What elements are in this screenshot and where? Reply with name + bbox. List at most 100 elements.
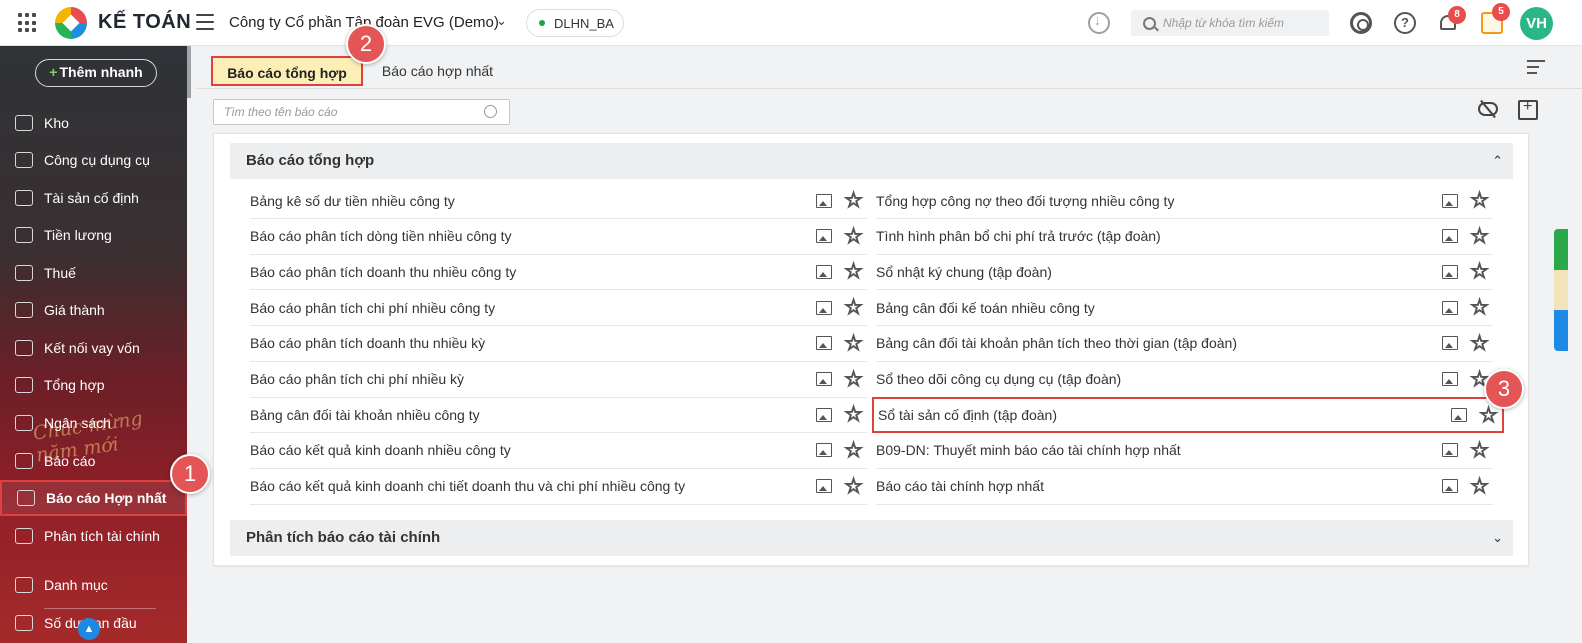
report-name[interactable]: Báo cáo tài chính hợp nhất <box>876 478 1442 494</box>
sidebar-item[interactable]: Tổng hợp <box>0 367 187 403</box>
favorite-star-icon[interactable]: ☆ <box>844 439 864 461</box>
report-row[interactable]: Sổ tài sản cố định (tập đoàn) ☆ <box>872 397 1504 434</box>
favorite-star-icon[interactable]: ☆ <box>1470 475 1490 497</box>
report-row[interactable]: Báo cáo kết quả kinh doanh nhiều công ty… <box>250 433 867 469</box>
preview-image-icon[interactable] <box>1442 372 1459 386</box>
hide-eye-icon[interactable] <box>1478 102 1498 116</box>
preview-image-icon[interactable] <box>816 300 833 315</box>
favorite-star-icon[interactable]: ☆ <box>1479 404 1499 426</box>
add-group-icon[interactable] <box>1518 98 1538 120</box>
report-name[interactable]: Báo cáo phân tích chi phí nhiều kỳ <box>250 371 816 387</box>
list-settings-icon[interactable] <box>1527 59 1547 75</box>
sidebar-item[interactable]: Phân tích tài chính <box>0 518 187 554</box>
report-row[interactable]: Báo cáo phân tích chi phí nhiều công ty ☆ <box>250 290 867 327</box>
report-row[interactable]: Báo cáo kết quả kinh doanh chi tiết doan… <box>250 469 867 505</box>
chevron-down-icon[interactable]: ⌄ <box>1492 520 1503 556</box>
sidebar-item[interactable]: Công cụ dụng cụ <box>0 142 187 178</box>
sidebar-item[interactable]: Thuế <box>0 255 187 291</box>
report-name[interactable]: Bảng kê số dư tiền nhiều công ty <box>250 193 816 209</box>
favorite-star-icon[interactable]: ☆ <box>844 189 864 211</box>
report-name[interactable]: Báo cáo kết quả kinh doanh nhiều công ty <box>250 442 816 458</box>
report-name[interactable]: B09-DN: Thuyết minh báo cáo tài chính hợ… <box>876 442 1442 458</box>
database-badge[interactable]: DLHN_BA <box>526 9 624 37</box>
sidebar-item[interactable]: Danh mục <box>0 567 187 603</box>
preview-image-icon[interactable] <box>1442 264 1459 279</box>
report-row[interactable]: Bảng cân đối kế toán nhiều công ty ☆ <box>876 290 1493 327</box>
tab-consolidated-reports[interactable]: Báo cáo hợp nhất <box>375 56 500 86</box>
sidebar-item[interactable]: Tiền lương <box>0 217 187 253</box>
report-row[interactable]: B09-DN: Thuyết minh báo cáo tài chính hợ… <box>876 433 1493 469</box>
favorite-star-icon[interactable]: ☆ <box>1470 261 1490 283</box>
preview-image-icon[interactable] <box>1442 300 1459 315</box>
scroll-up-icon[interactable]: ▲ <box>78 618 100 640</box>
report-row[interactable]: Tình hình phân bổ chi phí trả trước (tập… <box>876 219 1493 255</box>
hamburger-menu-icon[interactable] <box>196 14 214 30</box>
report-row[interactable]: Báo cáo phân tích doanh thu nhiều kỳ ☆ <box>250 326 867 362</box>
report-row[interactable]: Bảng cân đối tài khoản nhiều công ty ☆ <box>250 397 867 434</box>
preview-image-icon[interactable] <box>816 336 833 351</box>
favorite-star-icon[interactable]: ☆ <box>1470 189 1490 211</box>
preview-image-icon[interactable] <box>1442 193 1459 208</box>
favorite-star-icon[interactable]: ☆ <box>844 225 864 247</box>
report-row[interactable]: Bảng kê số dư tiền nhiều công ty ☆ <box>250 183 867 219</box>
report-name[interactable]: Báo cáo phân tích doanh thu nhiều công t… <box>250 264 816 280</box>
preview-image-icon[interactable] <box>1442 229 1459 244</box>
report-name[interactable]: Báo cáo phân tích doanh thu nhiều kỳ <box>250 335 816 351</box>
report-name[interactable]: Bảng cân đối kế toán nhiều công ty <box>876 300 1442 316</box>
sidebar-scrollbar[interactable] <box>187 46 191 98</box>
report-name[interactable]: Báo cáo phân tích dòng tiền nhiều công t… <box>250 228 816 244</box>
report-row[interactable]: Tổng hợp công nợ theo đối tượng nhiều cô… <box>876 183 1493 219</box>
sidebar-item[interactable]: Kho <box>0 105 187 141</box>
preview-image-icon[interactable] <box>816 407 833 422</box>
favorite-star-icon[interactable]: ☆ <box>844 404 864 426</box>
preview-image-icon[interactable] <box>1442 336 1459 351</box>
report-search-input[interactable]: Tìm theo tên báo cáo <box>213 99 510 125</box>
sidebar-item[interactable]: Báo cáo <box>0 443 187 479</box>
report-name[interactable]: Tổng hợp công nợ theo đối tượng nhiều cô… <box>876 193 1442 209</box>
help-icon[interactable]: ? <box>1394 12 1416 34</box>
favorite-star-icon[interactable]: ☆ <box>1470 225 1490 247</box>
preview-image-icon[interactable] <box>1442 479 1459 494</box>
report-name[interactable]: Báo cáo kết quả kinh doanh chi tiết doan… <box>250 478 816 494</box>
settings-gear-icon[interactable] <box>1350 12 1372 34</box>
preview-image-icon[interactable] <box>816 479 833 494</box>
favorite-star-icon[interactable]: ☆ <box>1470 296 1490 318</box>
favorite-star-icon[interactable]: ☆ <box>844 296 864 318</box>
report-name[interactable]: Sổ tài sản cố định (tập đoàn) <box>874 407 1451 423</box>
group-header-general[interactable]: Báo cáo tổng hợp ⌃ <box>230 143 1513 179</box>
favorite-star-icon[interactable]: ☆ <box>844 475 864 497</box>
chevron-up-icon[interactable]: ⌃ <box>1492 143 1503 179</box>
sidebar-item[interactable]: Báo cáo Hợp nhất <box>0 480 187 516</box>
global-search-input[interactable]: Nhập từ khóa tìm kiếm <box>1131 10 1329 36</box>
preview-image-icon[interactable] <box>816 264 833 279</box>
report-row[interactable]: Báo cáo phân tích chi phí nhiều kỳ ☆ <box>250 362 867 398</box>
report-name[interactable]: Báo cáo phân tích chi phí nhiều công ty <box>250 300 816 316</box>
apps-grid-icon[interactable] <box>18 13 38 33</box>
report-row[interactable]: Sổ nhật ký chung (tập đoàn) ☆ <box>876 254 1493 291</box>
preview-image-icon[interactable] <box>816 443 833 458</box>
quick-add-button[interactable]: + Thêm nhanh <box>35 59 157 87</box>
report-name[interactable]: Bảng cân đối tài khoản nhiều công ty <box>250 407 816 423</box>
report-name[interactable]: Sổ nhật ký chung (tập đoàn) <box>876 264 1442 280</box>
report-name[interactable]: Bảng cân đối tài khoản phân tích theo th… <box>876 335 1442 351</box>
sidebar-item[interactable]: Ngân sách <box>0 405 187 441</box>
report-row[interactable]: Báo cáo phân tích doanh thu nhiều công t… <box>250 254 867 291</box>
report-row[interactable]: Báo cáo phân tích dòng tiền nhiều công t… <box>250 219 867 255</box>
download-icon[interactable] <box>1088 12 1110 34</box>
report-row[interactable]: Báo cáo tài chính hợp nhất ☆ <box>876 469 1493 505</box>
chevron-down-icon[interactable]: ⌄ <box>496 13 507 29</box>
sidebar-item[interactable]: Giá thành <box>0 292 187 328</box>
report-row[interactable]: Sổ theo dõi công cụ dụng cụ (tập đoàn) ☆ <box>876 362 1493 398</box>
preview-image-icon[interactable] <box>816 193 833 208</box>
right-side-tab[interactable] <box>1554 229 1568 351</box>
favorite-star-icon[interactable]: ☆ <box>1470 439 1490 461</box>
tab-general-reports[interactable]: Báo cáo tổng hợp <box>211 56 363 86</box>
report-row[interactable]: Bảng cân đối tài khoản phân tích theo th… <box>876 326 1493 362</box>
group-header-financial-analysis[interactable]: Phân tích báo cáo tài chính ⌄ <box>230 520 1513 556</box>
favorite-star-icon[interactable]: ☆ <box>844 332 864 354</box>
favorite-star-icon[interactable]: ☆ <box>1470 332 1490 354</box>
user-avatar[interactable]: VH <box>1520 7 1553 40</box>
favorite-star-icon[interactable]: ☆ <box>844 261 864 283</box>
report-name[interactable]: Tình hình phân bổ chi phí trả trước (tập… <box>876 228 1442 244</box>
preview-image-icon[interactable] <box>816 372 833 386</box>
